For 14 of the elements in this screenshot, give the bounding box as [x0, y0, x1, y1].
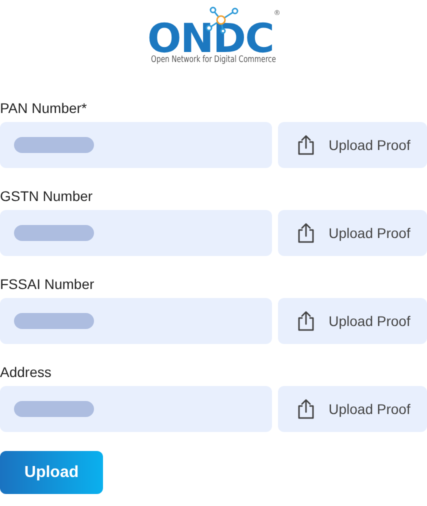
- input-field[interactable]: [0, 122, 272, 168]
- upload-proof-button[interactable]: Upload Proof: [278, 386, 427, 432]
- field-label: Address: [0, 363, 52, 382]
- upload-proof-button[interactable]: Upload Proof: [278, 122, 427, 168]
- logo-tagline: Open Network for Digital Commerce: [151, 55, 276, 65]
- input-field[interactable]: [0, 210, 272, 256]
- field-label: PAN Number*: [0, 99, 88, 118]
- upload-proof-button[interactable]: Upload Proof: [278, 210, 427, 256]
- logo-wordmark: ONDC: [147, 24, 274, 54]
- field-label: GSTN Number: [0, 187, 94, 206]
- upload-proof-button[interactable]: Upload Proof: [278, 298, 427, 344]
- field-label: FSSAI Number: [0, 275, 96, 294]
- input-field[interactable]: [0, 386, 272, 432]
- input-field[interactable]: [0, 298, 272, 344]
